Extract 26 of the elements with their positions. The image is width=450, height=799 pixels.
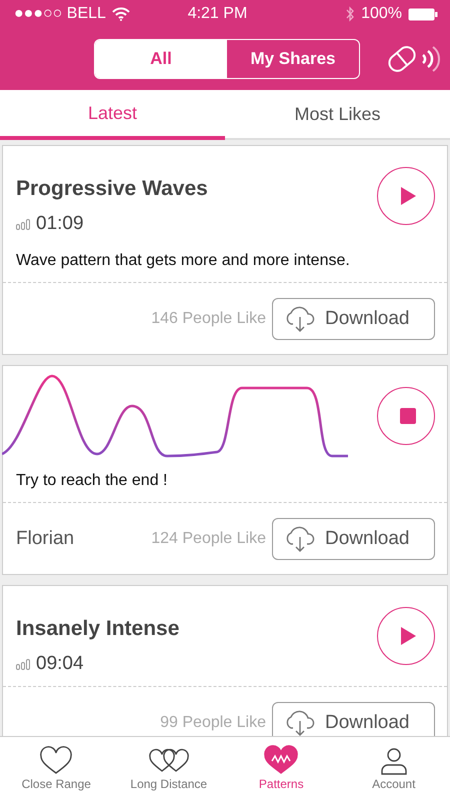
pattern-title: Insanely Intense — [16, 617, 180, 641]
pattern-duration: 01:09 — [36, 213, 84, 235]
pattern-description: Try to reach the end ! — [3, 466, 447, 503]
battery-percent: 100% — [361, 5, 402, 23]
carrier-signal: ●●●○○ BELL — [14, 5, 106, 23]
like-count: 124 People Like — [151, 530, 266, 548]
like-count: 99 People Like — [160, 714, 266, 732]
author-name: Florian — [16, 528, 76, 550]
like-count: 146 People Like — [151, 310, 266, 328]
wifi-icon — [112, 7, 130, 21]
intensity-icon — [16, 218, 30, 230]
battery-icon — [408, 8, 438, 20]
status-time: 4:21 PM — [186, 5, 248, 23]
intensity-icon — [16, 658, 30, 670]
pattern-title: Progressive Waves — [16, 177, 208, 201]
pattern-duration: 09:04 — [36, 653, 84, 675]
play-icon — [400, 627, 416, 645]
pattern-description: Wave pattern that gets more and more intense. — [3, 246, 447, 283]
segment-tab[interactable]: My Shares — [227, 40, 359, 78]
segment-tab[interactable]: All — [95, 40, 227, 78]
download-button[interactable]: Download — [272, 518, 435, 560]
stop-icon — [400, 408, 416, 424]
play-icon — [400, 187, 416, 205]
download-button[interactable]: Download — [272, 702, 435, 736]
download-button[interactable]: Download — [272, 298, 435, 340]
bluetooth-icon — [345, 6, 356, 22]
